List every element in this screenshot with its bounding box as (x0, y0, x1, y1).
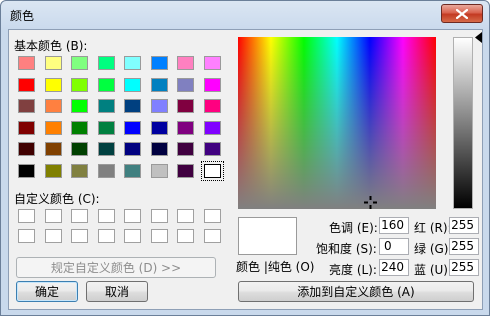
blue-label: 蓝 (U): (414, 263, 453, 277)
custom-color-swatch[interactable] (97, 229, 115, 243)
define-custom-colors-button[interactable]: 规定自定义颜色 (D) >> (16, 257, 216, 278)
basic-color-swatch[interactable] (177, 56, 194, 70)
custom-color-swatch[interactable] (18, 229, 35, 243)
basic-color-swatch[interactable] (18, 142, 35, 156)
window-title: 颜色 (10, 9, 35, 23)
basic-color-swatch[interactable] (150, 77, 168, 92)
custom-color-swatch[interactable] (177, 229, 194, 243)
red-label: 红 (R): (414, 221, 452, 235)
basic-color-swatch[interactable] (71, 56, 88, 70)
basic-color-swatch[interactable] (177, 163, 194, 178)
red-input[interactable]: 255 (449, 217, 479, 234)
basic-color-swatch[interactable] (44, 99, 62, 113)
luminance-slider-arrow-icon[interactable] (475, 32, 482, 43)
color-spectrum[interactable] (238, 37, 436, 209)
basic-color-swatch[interactable] (18, 99, 35, 113)
basic-color-swatch[interactable] (150, 142, 168, 156)
basic-color-swatch[interactable] (203, 77, 221, 92)
green-input[interactable]: 255 (449, 238, 479, 255)
saturation-label: 饱和度 (S): (316, 242, 377, 256)
add-to-custom-colors-button[interactable]: 添加到自定义颜色 (A) (238, 281, 474, 302)
basic-color-swatch[interactable] (18, 163, 35, 178)
cancel-button[interactable]: 取消 (86, 281, 148, 302)
luminance-input[interactable]: 240 (379, 259, 409, 276)
dialog-client: 基本颜色 (B): 自定义颜色 (C): 规定自定义颜色 (D) >> 确定 取… (8, 29, 483, 310)
basic-color-swatch[interactable] (71, 120, 88, 135)
crosshair-icon (364, 196, 377, 209)
custom-colors-label: 自定义颜色 (C): (14, 192, 100, 206)
basic-color-swatch[interactable] (200, 160, 224, 181)
custom-color-swatch[interactable] (44, 209, 62, 223)
basic-color-swatch[interactable] (18, 120, 35, 135)
basic-color-swatch[interactable] (97, 142, 115, 156)
saturation-input[interactable]: 0 (379, 238, 409, 255)
custom-color-swatch[interactable] (71, 209, 88, 223)
hue-label: 色调 (E): (329, 221, 378, 235)
blue-input[interactable]: 255 (449, 259, 479, 276)
basic-color-swatch[interactable] (44, 120, 62, 135)
ok-button[interactable]: 确定 (16, 281, 78, 302)
basic-color-swatch[interactable] (44, 163, 62, 178)
basic-color-swatch[interactable] (71, 99, 88, 113)
green-label: 绿 (G): (414, 242, 453, 256)
basic-color-swatch[interactable] (18, 77, 35, 92)
custom-color-swatch[interactable] (44, 229, 62, 243)
custom-color-swatch[interactable] (97, 209, 115, 223)
color-solid-label: 颜色 |纯色 (O) (236, 260, 315, 274)
basic-color-swatch[interactable] (71, 77, 88, 92)
basic-color-swatch[interactable] (124, 142, 141, 156)
custom-color-swatch[interactable] (18, 209, 35, 223)
color-preview-swatch (238, 217, 297, 255)
close-icon (456, 8, 468, 19)
close-button[interactable] (441, 4, 483, 23)
custom-color-swatch[interactable] (203, 209, 221, 223)
basic-color-swatch[interactable] (97, 77, 115, 92)
basic-color-swatch[interactable] (203, 99, 221, 113)
basic-color-swatch[interactable] (150, 99, 168, 113)
custom-color-swatch[interactable] (177, 209, 194, 223)
custom-color-swatch[interactable] (150, 229, 168, 243)
basic-color-swatch[interactable] (177, 142, 194, 156)
basic-color-swatch[interactable] (124, 163, 141, 178)
basic-color-swatch[interactable] (71, 142, 88, 156)
basic-color-swatch[interactable] (177, 99, 194, 113)
basic-color-swatch[interactable] (150, 56, 168, 70)
basic-color-swatch[interactable] (44, 56, 62, 70)
basic-color-swatch[interactable] (203, 142, 221, 156)
basic-color-swatch[interactable] (124, 99, 141, 113)
basic-color-swatch[interactable] (124, 120, 141, 135)
custom-color-swatch[interactable] (203, 229, 221, 243)
color-dialog: 颜色 基本颜色 (B): 自定义颜色 (C): 规定自定义颜色 (D) >> 确… (0, 0, 490, 316)
basic-color-swatch[interactable] (150, 120, 168, 135)
basic-color-swatch[interactable] (203, 120, 221, 135)
luminance-bar[interactable] (453, 37, 473, 209)
custom-color-swatch[interactable] (71, 229, 88, 243)
custom-color-swatch[interactable] (150, 209, 168, 223)
basic-color-swatch[interactable] (97, 56, 115, 70)
basic-color-swatch[interactable] (97, 120, 115, 135)
basic-color-swatch[interactable] (18, 56, 35, 70)
hue-input[interactable]: 160 (379, 217, 409, 234)
basic-color-swatch[interactable] (124, 77, 141, 92)
basic-color-swatch[interactable] (97, 163, 115, 178)
basic-color-swatch[interactable] (44, 142, 62, 156)
basic-color-swatch[interactable] (150, 163, 168, 178)
basic-colors-label: 基本颜色 (B): (14, 39, 88, 53)
custom-color-swatch[interactable] (124, 229, 141, 243)
luminance-label: 亮度 (L): (329, 263, 377, 277)
basic-color-swatch[interactable] (97, 99, 115, 113)
basic-color-swatch[interactable] (177, 77, 194, 92)
basic-color-swatch[interactable] (124, 56, 141, 70)
title-bar[interactable]: 颜色 (1, 1, 489, 29)
basic-color-swatch[interactable] (71, 163, 88, 178)
custom-color-swatch[interactable] (124, 209, 141, 223)
basic-color-swatch[interactable] (203, 56, 221, 70)
basic-color-swatch[interactable] (44, 77, 62, 92)
basic-color-swatch[interactable] (177, 120, 194, 135)
